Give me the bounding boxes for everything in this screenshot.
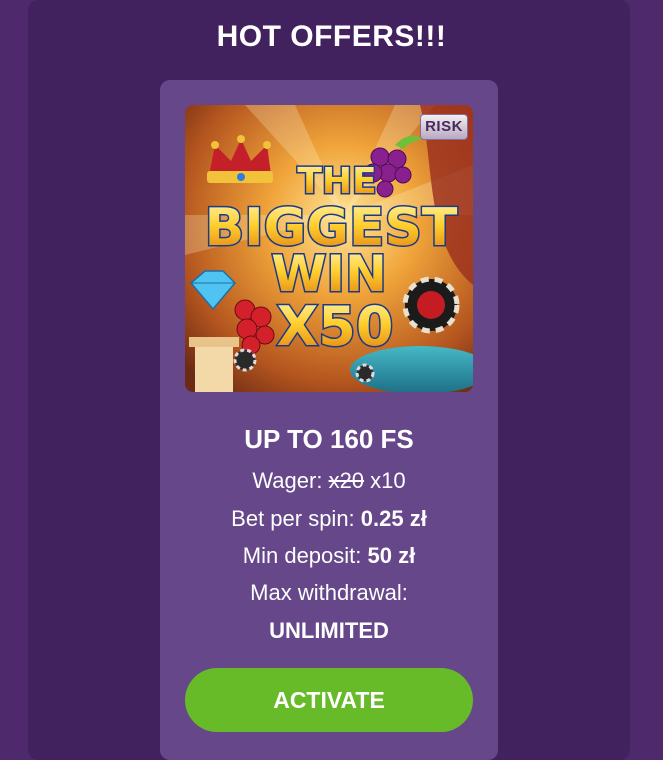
min-deposit-row: Min deposit: 50 zł xyxy=(160,543,498,569)
offer-title: UP TO 160 FS xyxy=(244,424,414,454)
min-deposit-label: Min deposit: xyxy=(242,543,362,568)
max-withdrawal-value: UNLIMITED xyxy=(269,618,389,643)
bet-per-spin-row: Bet per spin: 0.25 zł xyxy=(160,506,498,532)
art-line-4: X50 xyxy=(277,295,394,358)
game-banner-image[interactable]: THE BIGGEST WIN X50 xyxy=(185,105,473,392)
game-artwork: THE BIGGEST WIN X50 xyxy=(185,105,473,392)
min-deposit-value: 50 zł xyxy=(367,543,416,568)
wager-label: Wager: xyxy=(252,468,323,493)
art-line-1: THE xyxy=(297,161,376,202)
bet-per-spin-label: Bet per spin: xyxy=(231,506,355,531)
wager-old-value: x20 xyxy=(328,468,365,493)
page-title: HOT OFFERS!!! xyxy=(216,20,447,53)
wager-new-value: x10 xyxy=(370,468,406,493)
bet-per-spin-value: 0.25 zł xyxy=(360,506,427,531)
wager-row: Wager: x20 x10 xyxy=(160,468,498,494)
max-withdrawal-label: Max withdrawal: xyxy=(250,580,408,605)
activate-button[interactable]: ACTIVATE xyxy=(185,668,473,732)
risk-badge: RISK xyxy=(420,114,468,140)
